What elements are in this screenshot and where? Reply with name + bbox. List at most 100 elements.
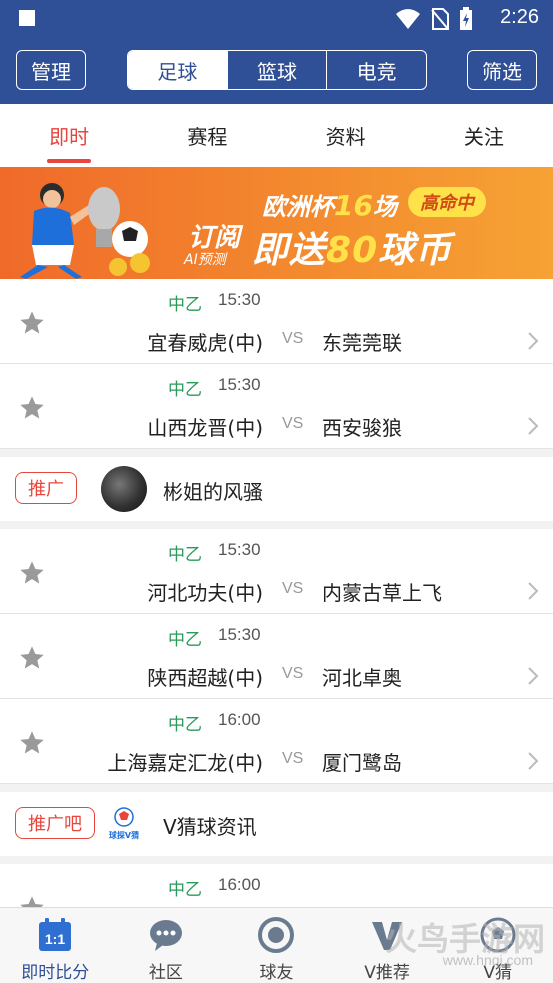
banner-ai-predict-text: AI预测 bbox=[184, 252, 226, 268]
vs-label: VS bbox=[282, 580, 304, 597]
nav-v-guess[interactable]: V猜 bbox=[442, 908, 553, 983]
away-team: 厦门鹭岛 bbox=[322, 751, 402, 775]
chevron-right-icon bbox=[528, 582, 539, 600]
match-time: 15:30 bbox=[218, 290, 261, 309]
nav-fans-label: 球友 bbox=[259, 963, 294, 983]
chevron-right-icon bbox=[528, 417, 539, 435]
promo-row[interactable]: 推广吧 球探V猜 V猜球资讯 bbox=[0, 792, 553, 856]
ball-icon bbox=[258, 917, 295, 953]
favorite-star-icon[interactable] bbox=[18, 394, 46, 422]
home-team: 山西龙晋(中) bbox=[147, 416, 263, 440]
banner-offer-text: 即送80球币 bbox=[252, 221, 452, 273]
bottom-navigation: 1:1 即时比分 社区 球友 V推荐 V猜 bbox=[0, 907, 553, 983]
no-sim-icon bbox=[431, 8, 449, 30]
match-time: 15:30 bbox=[218, 375, 261, 394]
banner-high-hit-badge: 高命中 bbox=[408, 187, 486, 217]
promo-banner[interactable]: 欧洲杯16场 高命中 订阅 AI预测 即送80球币 bbox=[0, 167, 553, 279]
tab-data[interactable]: 资料 bbox=[277, 104, 415, 167]
favorite-star-icon[interactable] bbox=[18, 644, 46, 672]
tab-schedule[interactable]: 赛程 bbox=[138, 104, 276, 167]
calendar-icon: 1:1 bbox=[39, 918, 72, 951]
league-label: 中乙 bbox=[168, 630, 202, 650]
match-row[interactable]: 中乙 15:30 宜春威虎(中) VS 东莞莞联 bbox=[0, 279, 553, 364]
away-team: 内蒙古草上飞 bbox=[322, 581, 442, 605]
chevron-right-icon bbox=[528, 332, 539, 350]
match-time: 16:00 bbox=[218, 875, 261, 894]
league-label: 中乙 bbox=[168, 295, 202, 315]
favorite-star-icon[interactable] bbox=[18, 729, 46, 757]
match-time: 15:30 bbox=[218, 540, 261, 559]
away-team: 西安骏狼 bbox=[322, 416, 402, 440]
nav-live-score[interactable]: 1:1 即时比分 bbox=[0, 908, 111, 983]
nav-v-recommend-label: V推荐 bbox=[364, 963, 410, 983]
match-row[interactable]: 中乙 15:30 山西龙晋(中) VS 西安骏狼 bbox=[0, 364, 553, 449]
match-time: 16:00 bbox=[218, 710, 261, 729]
status-time: 2:26 bbox=[500, 6, 539, 28]
filter-button[interactable]: 筛选 bbox=[467, 50, 537, 90]
vguess-logo: 球探V猜 bbox=[109, 807, 139, 840]
nav-fans[interactable]: 球友 bbox=[221, 908, 332, 983]
banner-headline-prefix: 欧洲杯 bbox=[262, 193, 334, 221]
league-label: 中乙 bbox=[168, 880, 202, 900]
favorite-star-icon[interactable] bbox=[18, 559, 46, 587]
match-list: 中乙 15:30 宜春威虎(中) VS 东莞莞联 中乙 15:30 山西龙晋(中… bbox=[0, 279, 553, 949]
banner-offer-prefix: 即送 bbox=[252, 230, 327, 271]
v-logo-icon bbox=[372, 922, 403, 950]
nav-community-label: 社区 bbox=[148, 963, 183, 983]
league-label: 中乙 bbox=[168, 715, 202, 735]
status-icons bbox=[395, 7, 473, 31]
away-team: 河北卓奥 bbox=[322, 666, 402, 690]
banner-offer-number: 80 bbox=[326, 230, 379, 271]
nav-v-guess-label: V猜 bbox=[483, 963, 512, 983]
battery-charging-icon bbox=[460, 7, 472, 30]
banner-headline-suffix: 场 bbox=[372, 193, 397, 221]
calendar-icon-text: 1:1 bbox=[45, 931, 65, 947]
chevron-right-icon bbox=[528, 752, 539, 770]
match-row[interactable]: 中乙 16:00 上海嘉定汇龙(中) VS 厦门鹭岛 bbox=[0, 699, 553, 784]
vs-label: VS bbox=[282, 750, 304, 767]
banner-offer-suffix: 球币 bbox=[378, 230, 453, 271]
tab-live[interactable]: 即时 bbox=[0, 104, 138, 167]
nav-live-score-label: 即时比分 bbox=[21, 963, 90, 983]
nav-v-recommend[interactable]: V推荐 bbox=[332, 908, 443, 983]
avatar bbox=[101, 466, 147, 512]
banner-headline: 欧洲杯16场 bbox=[262, 187, 397, 222]
promo-name: 彬姐的风骚 bbox=[163, 480, 263, 504]
promo-tag: 推广 bbox=[15, 472, 77, 504]
league-label: 中乙 bbox=[168, 380, 202, 400]
sport-segmented-control: 足球 篮球 电竞 bbox=[127, 50, 427, 90]
tab-following[interactable]: 关注 bbox=[415, 104, 553, 167]
home-team: 河北功夫(中) bbox=[147, 581, 263, 605]
top-header: 管理 足球 篮球 电竞 筛选 bbox=[0, 36, 553, 104]
home-team: 上海嘉定汇龙(中) bbox=[107, 751, 263, 775]
football-icon bbox=[480, 917, 516, 953]
home-team: 陕西超越(中) bbox=[147, 666, 263, 690]
vs-label: VS bbox=[282, 665, 304, 682]
promo-tag: 推广吧 bbox=[15, 807, 95, 839]
segment-basketball[interactable]: 篮球 bbox=[228, 51, 328, 89]
segment-football[interactable]: 足球 bbox=[128, 51, 228, 89]
chat-bubble-icon bbox=[149, 920, 182, 951]
nav-community[interactable]: 社区 bbox=[111, 908, 222, 983]
match-row[interactable]: 中乙 15:30 陕西超越(中) VS 河北卓奥 bbox=[0, 614, 553, 699]
away-team: 东莞莞联 bbox=[322, 331, 402, 355]
footballer-illustration bbox=[20, 183, 150, 279]
wifi-icon bbox=[396, 9, 420, 29]
banner-headline-number: 16 bbox=[334, 189, 373, 222]
match-time: 15:30 bbox=[218, 625, 261, 644]
manage-button[interactable]: 管理 bbox=[16, 50, 86, 90]
vguess-logo-text: 球探V猜 bbox=[109, 830, 139, 840]
sub-tabs: 即时 赛程 资料 关注 bbox=[0, 104, 553, 167]
chevron-right-icon bbox=[528, 667, 539, 685]
status-bar: 2:26 bbox=[0, 0, 553, 36]
favorite-star-icon[interactable] bbox=[18, 309, 46, 337]
vs-label: VS bbox=[282, 330, 304, 347]
vs-label: VS bbox=[282, 415, 304, 432]
notification-icon bbox=[19, 10, 35, 26]
home-team: 宜春威虎(中) bbox=[147, 331, 263, 355]
promo-row[interactable]: 推广 彬姐的风骚 bbox=[0, 457, 553, 521]
promo-name: V猜球资讯 bbox=[163, 815, 257, 839]
league-label: 中乙 bbox=[168, 545, 202, 565]
match-row[interactable]: 中乙 15:30 河北功夫(中) VS 内蒙古草上飞 bbox=[0, 529, 553, 614]
segment-esports[interactable]: 电竞 bbox=[327, 51, 426, 89]
